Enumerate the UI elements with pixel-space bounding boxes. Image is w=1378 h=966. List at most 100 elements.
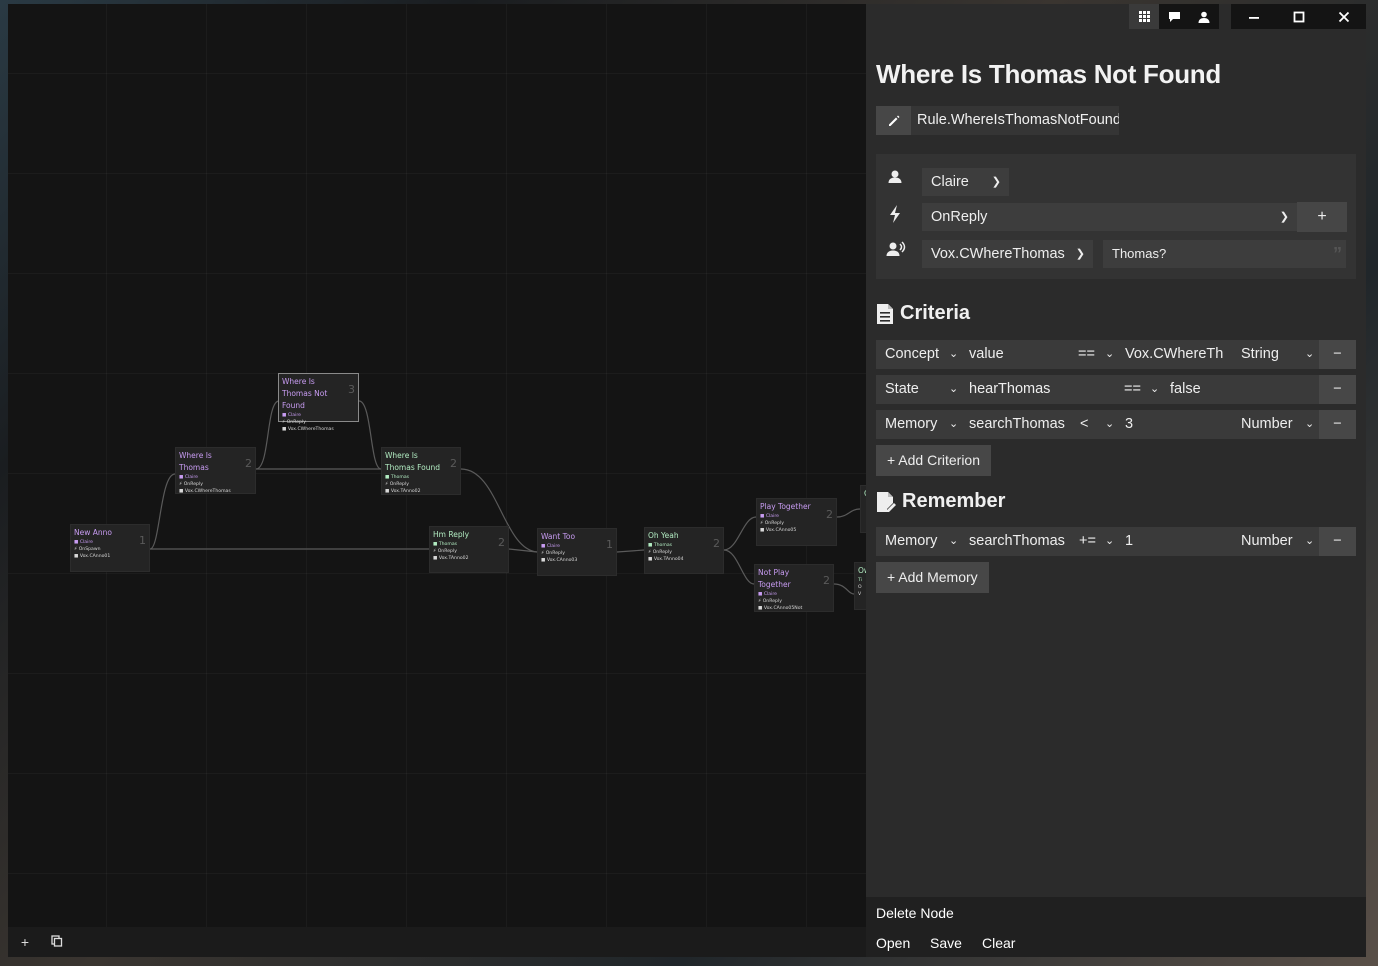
memory-operator-select[interactable]: += bbox=[1079, 527, 1096, 556]
graph-node-where-is-thomas-found[interactable]: Where Is Thomas Found ■ Thomas ⚡ OnReply… bbox=[381, 447, 461, 495]
remove-criterion-button[interactable]: − bbox=[1319, 410, 1356, 439]
rule-id-value[interactable]: Rule.WhereIsThomasNotFound bbox=[911, 106, 1119, 135]
chevron-down-icon: ⌄ bbox=[1305, 535, 1315, 547]
criterion-value-input[interactable]: 3 bbox=[1125, 410, 1133, 439]
graph-node-not-play-together[interactable]: Not Play Together ■ Claire ⚡ OnReply ■ V… bbox=[754, 564, 834, 612]
node-speaker: ■ Claire bbox=[760, 514, 780, 519]
person-icon bbox=[888, 170, 902, 183]
person-icon[interactable] bbox=[1189, 4, 1219, 29]
voice-icon bbox=[886, 241, 906, 256]
view-switcher bbox=[1129, 4, 1219, 29]
node-title: Play Together bbox=[760, 502, 811, 511]
line-text-value: Thomas? bbox=[1112, 246, 1167, 261]
chevron-down-icon: ⌄ bbox=[1150, 383, 1160, 395]
memory-value-type-select[interactable]: Number bbox=[1241, 527, 1293, 556]
criterion-operator-select[interactable]: < bbox=[1080, 410, 1088, 439]
remove-criterion-button[interactable]: − bbox=[1319, 340, 1356, 369]
minimize-icon[interactable] bbox=[1231, 4, 1276, 29]
node-count: 2 bbox=[826, 508, 833, 521]
window-controls bbox=[1231, 4, 1366, 29]
line-text-input[interactable]: Thomas? ” bbox=[1103, 240, 1346, 268]
criterion-type-select[interactable]: Concept bbox=[885, 340, 939, 369]
pencil-icon[interactable] bbox=[876, 106, 911, 135]
vox-select[interactable]: Vox.CWhereThomas ❯ bbox=[922, 240, 1093, 268]
graph-node-where-is-thomas[interactable]: Where Is Thomas ■ Claire ⚡ OnReply ■ Vox… bbox=[175, 447, 256, 494]
close-icon[interactable] bbox=[1321, 4, 1366, 29]
node-title: Oh Yeah bbox=[648, 531, 679, 540]
node-speaker: ■ Claire bbox=[74, 540, 94, 545]
criterion-type-select[interactable]: Memory bbox=[885, 410, 937, 439]
criterion-value-select[interactable]: false bbox=[1170, 375, 1201, 404]
wire bbox=[723, 516, 757, 551]
graph-node-hm-reply[interactable]: Hm Reply ■ Thomas ⚡ OnReply ■ Vox.TAnno0… bbox=[429, 526, 509, 573]
event-value: OnReply bbox=[931, 209, 988, 225]
node-speaker: ■ Claire bbox=[282, 413, 302, 418]
add-criterion-button[interactable]: + Add Criterion bbox=[876, 445, 991, 476]
chevron-down-icon: ⌄ bbox=[1105, 535, 1115, 547]
wire bbox=[508, 548, 538, 553]
node-speaker: ■ Claire bbox=[541, 544, 561, 549]
chevron-down-icon: ❯ bbox=[991, 176, 1001, 188]
node-title: Not Play Together bbox=[758, 568, 791, 589]
node-vox: ■ Vox.CWhereThomas bbox=[179, 489, 231, 494]
node-properties: Claire ❯ OnReply ❯ + Vox.CWhereThomas ❯ bbox=[876, 154, 1356, 279]
memory-key-input[interactable]: searchThomas bbox=[969, 527, 1065, 556]
vox-row: Vox.CWhereThomas ❯ Thomas? ” bbox=[876, 236, 1356, 268]
criterion-key-input[interactable]: searchThomas bbox=[969, 410, 1065, 439]
criterion-operator-select[interactable]: == bbox=[1078, 340, 1095, 369]
memory-value-input[interactable]: 1 bbox=[1125, 527, 1133, 556]
memory-type-select[interactable]: Memory bbox=[885, 527, 937, 556]
criterion-value-type-select[interactable]: Number bbox=[1241, 410, 1293, 439]
chevron-down-icon: ⌄ bbox=[949, 535, 959, 547]
node-title: Where Is Thomas Not Found bbox=[282, 377, 328, 410]
delete-node-button[interactable]: Delete Node bbox=[876, 905, 954, 921]
node-title: New Anno bbox=[74, 528, 112, 537]
add-event-button[interactable]: + bbox=[1297, 202, 1347, 232]
graph-node-new-anno[interactable]: New Anno ■ Claire ⚡ OnSpawn ■ Vox.CAnno0… bbox=[70, 524, 150, 572]
node-vox: V bbox=[858, 592, 862, 597]
node-event: ⚡ OnReply bbox=[541, 551, 565, 556]
node-vox: ■ Vox.CAnno05 bbox=[760, 528, 797, 533]
criterion-type-select[interactable]: State bbox=[885, 375, 919, 404]
criterion-value-type-select[interactable]: String bbox=[1241, 340, 1279, 369]
remove-criterion-button[interactable]: − bbox=[1319, 375, 1356, 404]
node-event: ⚡ OnReply bbox=[282, 420, 306, 425]
wire bbox=[149, 473, 176, 550]
node-event: ⚡ OnReply bbox=[433, 549, 457, 554]
criterion-key-input[interactable]: value bbox=[969, 340, 1004, 369]
grid-icon[interactable] bbox=[1129, 4, 1159, 29]
plus-icon[interactable]: + bbox=[16, 933, 34, 951]
criterion-operator-select[interactable]: == bbox=[1124, 375, 1141, 404]
node-count: 1 bbox=[606, 538, 613, 551]
open-button[interactable]: Open bbox=[876, 935, 910, 951]
chat-icon[interactable] bbox=[1159, 4, 1189, 29]
graph-node-where-is-thomas-not-found[interactable]: Where Is Thomas Not Found ■ Claire ⚡ OnR… bbox=[278, 373, 359, 432]
speaker-row: Claire ❯ bbox=[876, 164, 1356, 196]
clear-button[interactable]: Clear bbox=[982, 935, 1015, 951]
title-bar bbox=[1129, 4, 1366, 29]
copy-icon[interactable] bbox=[48, 933, 66, 951]
chevron-down-icon: ❯ bbox=[1075, 248, 1085, 260]
graph-node-partial-ow[interactable]: Ow Ti O V bbox=[854, 562, 866, 610]
graph-node-oh-yeah[interactable]: Oh Yeah ■ Thomas ⚡ OnReply ■ Vox.TAnno04… bbox=[644, 527, 724, 574]
event-select[interactable]: OnReply ❯ bbox=[922, 203, 1297, 231]
node-count: 2 bbox=[498, 536, 505, 549]
node-vox: ■ Vox.CWhereThomas bbox=[282, 427, 334, 432]
criterion-row: Concept ⌄ value == ⌄ Vox.CWhereTh String… bbox=[876, 340, 1356, 369]
chevron-down-icon: ⌄ bbox=[1305, 348, 1315, 360]
add-memory-button[interactable]: + Add Memory bbox=[876, 562, 989, 593]
wire bbox=[723, 549, 755, 585]
graph-canvas[interactable]: New Anno ■ Claire ⚡ OnSpawn ■ Vox.CAnno0… bbox=[8, 4, 866, 927]
maximize-icon[interactable] bbox=[1276, 4, 1321, 29]
node-speaker: Ti bbox=[858, 578, 862, 583]
speaker-select[interactable]: Claire ❯ bbox=[922, 168, 1009, 196]
node-count: 2 bbox=[245, 457, 252, 470]
remove-memory-button[interactable]: − bbox=[1319, 527, 1356, 556]
criterion-key-input[interactable]: hearThomas bbox=[969, 375, 1050, 404]
graph-node-play-together[interactable]: Play Together ■ Claire ⚡ OnReply ■ Vox.C… bbox=[756, 498, 837, 546]
save-button[interactable]: Save bbox=[930, 935, 962, 951]
node-count: 2 bbox=[823, 574, 830, 587]
criterion-value-input[interactable]: Vox.CWhereTh bbox=[1125, 340, 1235, 369]
vox-value: Vox.CWhereThomas bbox=[931, 246, 1065, 262]
graph-node-want-too[interactable]: Want Too ■ Claire ⚡ OnReply ■ Vox.CAnno0… bbox=[537, 528, 617, 576]
